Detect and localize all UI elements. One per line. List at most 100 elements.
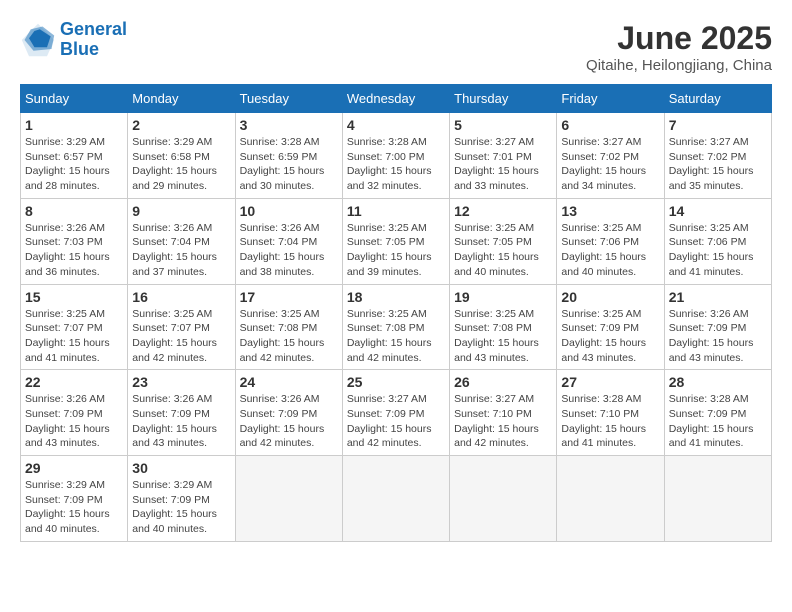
calendar-cell: 24 Sunrise: 3:26 AM Sunset: 7:09 PM Dayl… — [235, 370, 342, 456]
calendar-cell: 29 Sunrise: 3:29 AM Sunset: 7:09 PM Dayl… — [21, 456, 128, 542]
calendar-cell: 21 Sunrise: 3:26 AM Sunset: 7:09 PM Dayl… — [664, 284, 771, 370]
day-info: Sunrise: 3:25 AM Sunset: 7:09 PM Dayligh… — [561, 307, 659, 366]
day-info: Sunrise: 3:28 AM Sunset: 7:00 PM Dayligh… — [347, 135, 445, 194]
day-info: Sunrise: 3:26 AM Sunset: 7:04 PM Dayligh… — [132, 221, 230, 280]
day-number: 2 — [132, 117, 230, 133]
day-number: 11 — [347, 203, 445, 219]
day-number: 3 — [240, 117, 338, 133]
day-number: 20 — [561, 289, 659, 305]
calendar-cell — [235, 456, 342, 542]
day-number: 17 — [240, 289, 338, 305]
day-info: Sunrise: 3:26 AM Sunset: 7:04 PM Dayligh… — [240, 221, 338, 280]
calendar-cell: 9 Sunrise: 3:26 AM Sunset: 7:04 PM Dayli… — [128, 198, 235, 284]
calendar-cell: 17 Sunrise: 3:25 AM Sunset: 7:08 PM Dayl… — [235, 284, 342, 370]
calendar: SundayMondayTuesdayWednesdayThursdayFrid… — [20, 84, 772, 542]
day-info: Sunrise: 3:25 AM Sunset: 7:08 PM Dayligh… — [454, 307, 552, 366]
day-info: Sunrise: 3:29 AM Sunset: 6:58 PM Dayligh… — [132, 135, 230, 194]
day-info: Sunrise: 3:28 AM Sunset: 6:59 PM Dayligh… — [240, 135, 338, 194]
day-info: Sunrise: 3:25 AM Sunset: 7:05 PM Dayligh… — [347, 221, 445, 280]
week-row-1: 1 Sunrise: 3:29 AM Sunset: 6:57 PM Dayli… — [21, 113, 772, 199]
day-number: 26 — [454, 374, 552, 390]
calendar-cell — [450, 456, 557, 542]
calendar-cell: 15 Sunrise: 3:25 AM Sunset: 7:07 PM Dayl… — [21, 284, 128, 370]
day-number: 22 — [25, 374, 123, 390]
calendar-cell: 20 Sunrise: 3:25 AM Sunset: 7:09 PM Dayl… — [557, 284, 664, 370]
calendar-cell: 23 Sunrise: 3:26 AM Sunset: 7:09 PM Dayl… — [128, 370, 235, 456]
day-info: Sunrise: 3:27 AM Sunset: 7:10 PM Dayligh… — [454, 392, 552, 451]
calendar-cell: 19 Sunrise: 3:25 AM Sunset: 7:08 PM Dayl… — [450, 284, 557, 370]
title-area: June 2025 Qitaihe, Heilongjiang, China — [586, 20, 772, 74]
calendar-cell — [557, 456, 664, 542]
weekday-header-wednesday: Wednesday — [342, 85, 449, 113]
calendar-cell: 28 Sunrise: 3:28 AM Sunset: 7:09 PM Dayl… — [664, 370, 771, 456]
calendar-cell: 3 Sunrise: 3:28 AM Sunset: 6:59 PM Dayli… — [235, 113, 342, 199]
day-number: 6 — [561, 117, 659, 133]
day-info: Sunrise: 3:25 AM Sunset: 7:08 PM Dayligh… — [347, 307, 445, 366]
header: General Blue June 2025 Qitaihe, Heilongj… — [20, 20, 772, 74]
day-info: Sunrise: 3:25 AM Sunset: 7:07 PM Dayligh… — [132, 307, 230, 366]
day-info: Sunrise: 3:26 AM Sunset: 7:09 PM Dayligh… — [132, 392, 230, 451]
weekday-header-sunday: Sunday — [21, 85, 128, 113]
day-info: Sunrise: 3:28 AM Sunset: 7:09 PM Dayligh… — [669, 392, 767, 451]
logo-line1: General — [60, 19, 127, 39]
day-info: Sunrise: 3:26 AM Sunset: 7:09 PM Dayligh… — [240, 392, 338, 451]
calendar-cell: 14 Sunrise: 3:25 AM Sunset: 7:06 PM Dayl… — [664, 198, 771, 284]
day-info: Sunrise: 3:27 AM Sunset: 7:01 PM Dayligh… — [454, 135, 552, 194]
day-number: 5 — [454, 117, 552, 133]
day-info: Sunrise: 3:28 AM Sunset: 7:10 PM Dayligh… — [561, 392, 659, 451]
location: Qitaihe, Heilongjiang, China — [586, 57, 772, 74]
weekday-header-row: SundayMondayTuesdayWednesdayThursdayFrid… — [21, 85, 772, 113]
day-number: 21 — [669, 289, 767, 305]
day-info: Sunrise: 3:29 AM Sunset: 6:57 PM Dayligh… — [25, 135, 123, 194]
day-info: Sunrise: 3:25 AM Sunset: 7:08 PM Dayligh… — [240, 307, 338, 366]
calendar-cell: 1 Sunrise: 3:29 AM Sunset: 6:57 PM Dayli… — [21, 113, 128, 199]
day-number: 15 — [25, 289, 123, 305]
calendar-cell: 7 Sunrise: 3:27 AM Sunset: 7:02 PM Dayli… — [664, 113, 771, 199]
calendar-cell: 4 Sunrise: 3:28 AM Sunset: 7:00 PM Dayli… — [342, 113, 449, 199]
weekday-header-friday: Friday — [557, 85, 664, 113]
calendar-cell — [342, 456, 449, 542]
logo: General Blue — [20, 20, 127, 60]
weekday-header-monday: Monday — [128, 85, 235, 113]
day-number: 19 — [454, 289, 552, 305]
day-number: 13 — [561, 203, 659, 219]
week-row-3: 15 Sunrise: 3:25 AM Sunset: 7:07 PM Dayl… — [21, 284, 772, 370]
weekday-header-thursday: Thursday — [450, 85, 557, 113]
day-info: Sunrise: 3:29 AM Sunset: 7:09 PM Dayligh… — [132, 478, 230, 537]
day-info: Sunrise: 3:29 AM Sunset: 7:09 PM Dayligh… — [25, 478, 123, 537]
day-info: Sunrise: 3:26 AM Sunset: 7:09 PM Dayligh… — [25, 392, 123, 451]
day-number: 28 — [669, 374, 767, 390]
day-info: Sunrise: 3:27 AM Sunset: 7:09 PM Dayligh… — [347, 392, 445, 451]
day-number: 29 — [25, 460, 123, 476]
day-number: 23 — [132, 374, 230, 390]
weekday-header-saturday: Saturday — [664, 85, 771, 113]
day-number: 1 — [25, 117, 123, 133]
day-number: 14 — [669, 203, 767, 219]
day-number: 9 — [132, 203, 230, 219]
day-number: 27 — [561, 374, 659, 390]
day-info: Sunrise: 3:26 AM Sunset: 7:03 PM Dayligh… — [25, 221, 123, 280]
calendar-cell: 27 Sunrise: 3:28 AM Sunset: 7:10 PM Dayl… — [557, 370, 664, 456]
calendar-cell: 18 Sunrise: 3:25 AM Sunset: 7:08 PM Dayl… — [342, 284, 449, 370]
calendar-cell: 11 Sunrise: 3:25 AM Sunset: 7:05 PM Dayl… — [342, 198, 449, 284]
calendar-cell: 12 Sunrise: 3:25 AM Sunset: 7:05 PM Dayl… — [450, 198, 557, 284]
day-number: 8 — [25, 203, 123, 219]
calendar-cell: 30 Sunrise: 3:29 AM Sunset: 7:09 PM Dayl… — [128, 456, 235, 542]
day-number: 18 — [347, 289, 445, 305]
day-info: Sunrise: 3:27 AM Sunset: 7:02 PM Dayligh… — [561, 135, 659, 194]
day-info: Sunrise: 3:25 AM Sunset: 7:07 PM Dayligh… — [25, 307, 123, 366]
logo-line2: Blue — [60, 39, 99, 59]
weekday-header-tuesday: Tuesday — [235, 85, 342, 113]
week-row-5: 29 Sunrise: 3:29 AM Sunset: 7:09 PM Dayl… — [21, 456, 772, 542]
day-number: 30 — [132, 460, 230, 476]
calendar-cell: 2 Sunrise: 3:29 AM Sunset: 6:58 PM Dayli… — [128, 113, 235, 199]
calendar-cell: 22 Sunrise: 3:26 AM Sunset: 7:09 PM Dayl… — [21, 370, 128, 456]
day-number: 7 — [669, 117, 767, 133]
day-info: Sunrise: 3:25 AM Sunset: 7:06 PM Dayligh… — [561, 221, 659, 280]
day-number: 4 — [347, 117, 445, 133]
day-number: 16 — [132, 289, 230, 305]
calendar-cell: 16 Sunrise: 3:25 AM Sunset: 7:07 PM Dayl… — [128, 284, 235, 370]
calendar-cell: 25 Sunrise: 3:27 AM Sunset: 7:09 PM Dayl… — [342, 370, 449, 456]
logo-icon — [20, 22, 56, 58]
day-info: Sunrise: 3:27 AM Sunset: 7:02 PM Dayligh… — [669, 135, 767, 194]
